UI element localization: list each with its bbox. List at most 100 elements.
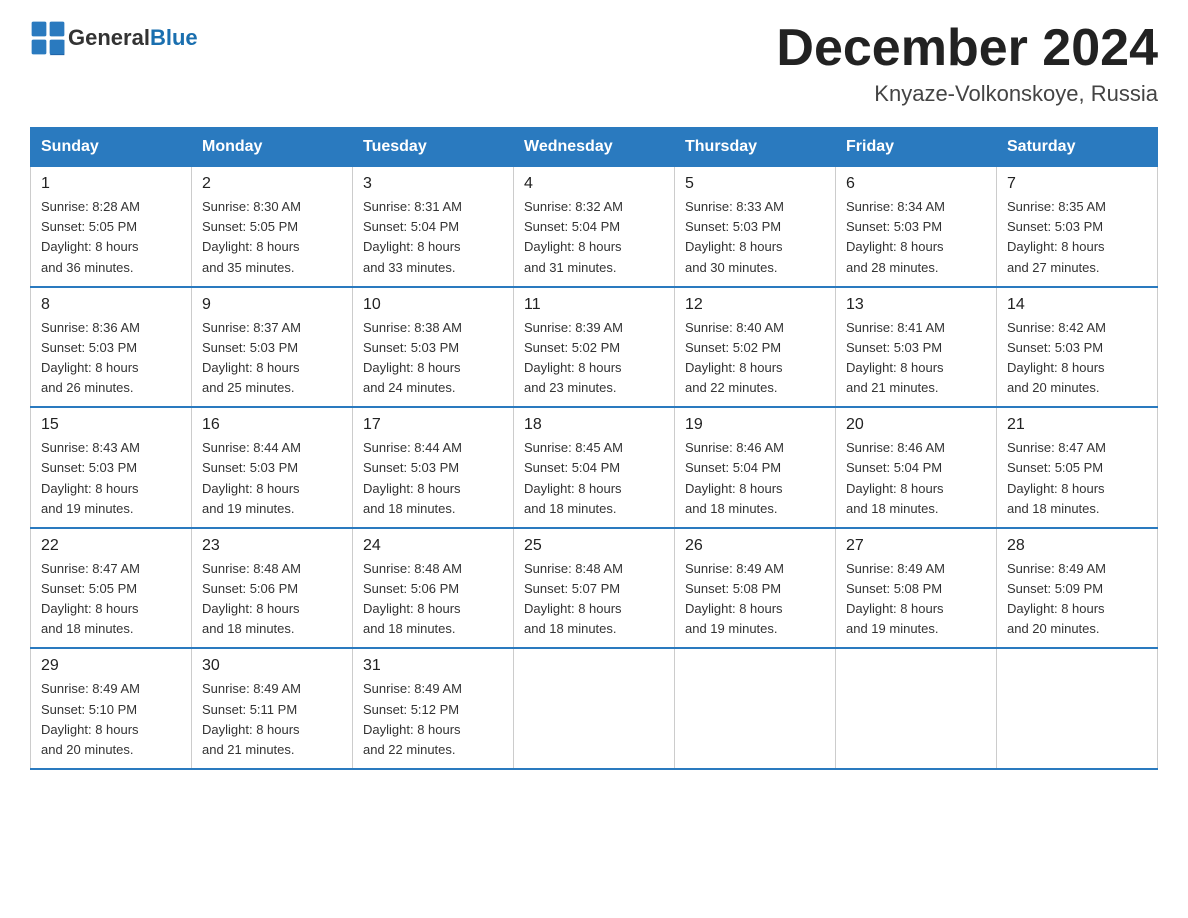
day-number: 1 — [41, 175, 181, 193]
calendar-cell — [675, 648, 836, 769]
calendar-cell: 19 Sunrise: 8:46 AMSunset: 5:04 PMDaylig… — [675, 407, 836, 528]
calendar-cell: 27 Sunrise: 8:49 AMSunset: 5:08 PMDaylig… — [836, 528, 997, 649]
day-number: 29 — [41, 657, 181, 675]
month-title: December 2024 — [776, 20, 1158, 77]
week-row-2: 8 Sunrise: 8:36 AMSunset: 5:03 PMDayligh… — [31, 287, 1158, 408]
day-info: Sunrise: 8:42 AMSunset: 5:03 PMDaylight:… — [1007, 318, 1147, 399]
logo-blue-text: Blue — [150, 25, 198, 50]
calendar-cell: 13 Sunrise: 8:41 AMSunset: 5:03 PMDaylig… — [836, 287, 997, 408]
day-number: 14 — [1007, 296, 1147, 314]
day-number: 19 — [685, 416, 825, 434]
day-info: Sunrise: 8:34 AMSunset: 5:03 PMDaylight:… — [846, 197, 986, 278]
day-info: Sunrise: 8:44 AMSunset: 5:03 PMDaylight:… — [202, 438, 342, 519]
day-number: 20 — [846, 416, 986, 434]
day-number: 15 — [41, 416, 181, 434]
day-info: Sunrise: 8:47 AMSunset: 5:05 PMDaylight:… — [41, 559, 181, 640]
logo: GeneralBlue — [30, 20, 198, 56]
calendar-cell: 9 Sunrise: 8:37 AMSunset: 5:03 PMDayligh… — [192, 287, 353, 408]
calendar-body: 1 Sunrise: 8:28 AMSunset: 5:05 PMDayligh… — [31, 167, 1158, 769]
day-number: 2 — [202, 175, 342, 193]
header-saturday: Saturday — [997, 128, 1158, 167]
calendar-cell: 12 Sunrise: 8:40 AMSunset: 5:02 PMDaylig… — [675, 287, 836, 408]
calendar-cell: 18 Sunrise: 8:45 AMSunset: 5:04 PMDaylig… — [514, 407, 675, 528]
day-info: Sunrise: 8:48 AMSunset: 5:06 PMDaylight:… — [363, 559, 503, 640]
week-row-4: 22 Sunrise: 8:47 AMSunset: 5:05 PMDaylig… — [31, 528, 1158, 649]
day-number: 7 — [1007, 175, 1147, 193]
calendar-cell: 29 Sunrise: 8:49 AMSunset: 5:10 PMDaylig… — [31, 648, 192, 769]
header-row: Sunday Monday Tuesday Wednesday Thursday… — [31, 128, 1158, 167]
calendar-cell: 20 Sunrise: 8:46 AMSunset: 5:04 PMDaylig… — [836, 407, 997, 528]
day-number: 3 — [363, 175, 503, 193]
day-info: Sunrise: 8:36 AMSunset: 5:03 PMDaylight:… — [41, 318, 181, 399]
day-number: 6 — [846, 175, 986, 193]
calendar-cell: 24 Sunrise: 8:48 AMSunset: 5:06 PMDaylig… — [353, 528, 514, 649]
day-number: 24 — [363, 537, 503, 555]
calendar-header: Sunday Monday Tuesday Wednesday Thursday… — [31, 128, 1158, 167]
day-info: Sunrise: 8:49 AMSunset: 5:08 PMDaylight:… — [685, 559, 825, 640]
day-info: Sunrise: 8:45 AMSunset: 5:04 PMDaylight:… — [524, 438, 664, 519]
calendar-cell: 3 Sunrise: 8:31 AMSunset: 5:04 PMDayligh… — [353, 167, 514, 287]
header-wednesday: Wednesday — [514, 128, 675, 167]
day-info: Sunrise: 8:48 AMSunset: 5:06 PMDaylight:… — [202, 559, 342, 640]
day-number: 17 — [363, 416, 503, 434]
calendar-cell — [514, 648, 675, 769]
day-info: Sunrise: 8:47 AMSunset: 5:05 PMDaylight:… — [1007, 438, 1147, 519]
day-number: 22 — [41, 537, 181, 555]
day-info: Sunrise: 8:43 AMSunset: 5:03 PMDaylight:… — [41, 438, 181, 519]
calendar-cell: 10 Sunrise: 8:38 AMSunset: 5:03 PMDaylig… — [353, 287, 514, 408]
calendar-cell: 17 Sunrise: 8:44 AMSunset: 5:03 PMDaylig… — [353, 407, 514, 528]
calendar-cell: 23 Sunrise: 8:48 AMSunset: 5:06 PMDaylig… — [192, 528, 353, 649]
day-info: Sunrise: 8:46 AMSunset: 5:04 PMDaylight:… — [846, 438, 986, 519]
week-row-1: 1 Sunrise: 8:28 AMSunset: 5:05 PMDayligh… — [31, 167, 1158, 287]
calendar-cell: 15 Sunrise: 8:43 AMSunset: 5:03 PMDaylig… — [31, 407, 192, 528]
calendar-cell: 2 Sunrise: 8:30 AMSunset: 5:05 PMDayligh… — [192, 167, 353, 287]
logo-icon — [30, 20, 66, 56]
header-monday: Monday — [192, 128, 353, 167]
day-number: 10 — [363, 296, 503, 314]
day-info: Sunrise: 8:48 AMSunset: 5:07 PMDaylight:… — [524, 559, 664, 640]
calendar-cell: 8 Sunrise: 8:36 AMSunset: 5:03 PMDayligh… — [31, 287, 192, 408]
location: Knyaze-Volkonskoye, Russia — [776, 81, 1158, 107]
day-number: 9 — [202, 296, 342, 314]
day-number: 4 — [524, 175, 664, 193]
calendar-cell: 28 Sunrise: 8:49 AMSunset: 5:09 PMDaylig… — [997, 528, 1158, 649]
day-info: Sunrise: 8:38 AMSunset: 5:03 PMDaylight:… — [363, 318, 503, 399]
calendar-cell: 6 Sunrise: 8:34 AMSunset: 5:03 PMDayligh… — [836, 167, 997, 287]
calendar-cell: 30 Sunrise: 8:49 AMSunset: 5:11 PMDaylig… — [192, 648, 353, 769]
day-info: Sunrise: 8:49 AMSunset: 5:08 PMDaylight:… — [846, 559, 986, 640]
day-info: Sunrise: 8:31 AMSunset: 5:04 PMDaylight:… — [363, 197, 503, 278]
calendar-cell: 21 Sunrise: 8:47 AMSunset: 5:05 PMDaylig… — [997, 407, 1158, 528]
day-number: 27 — [846, 537, 986, 555]
day-number: 13 — [846, 296, 986, 314]
day-info: Sunrise: 8:41 AMSunset: 5:03 PMDaylight:… — [846, 318, 986, 399]
page-header: GeneralBlue December 2024 Knyaze-Volkons… — [30, 20, 1158, 107]
calendar-cell: 14 Sunrise: 8:42 AMSunset: 5:03 PMDaylig… — [997, 287, 1158, 408]
logo-general-text: General — [68, 25, 150, 50]
day-info: Sunrise: 8:44 AMSunset: 5:03 PMDaylight:… — [363, 438, 503, 519]
day-info: Sunrise: 8:28 AMSunset: 5:05 PMDaylight:… — [41, 197, 181, 278]
calendar-cell: 11 Sunrise: 8:39 AMSunset: 5:02 PMDaylig… — [514, 287, 675, 408]
day-info: Sunrise: 8:32 AMSunset: 5:04 PMDaylight:… — [524, 197, 664, 278]
calendar-table: Sunday Monday Tuesday Wednesday Thursday… — [30, 127, 1158, 770]
header-tuesday: Tuesday — [353, 128, 514, 167]
day-info: Sunrise: 8:35 AMSunset: 5:03 PMDaylight:… — [1007, 197, 1147, 278]
day-number: 31 — [363, 657, 503, 675]
title-block: December 2024 Knyaze-Volkonskoye, Russia — [776, 20, 1158, 107]
day-number: 21 — [1007, 416, 1147, 434]
calendar-cell: 1 Sunrise: 8:28 AMSunset: 5:05 PMDayligh… — [31, 167, 192, 287]
calendar-cell: 22 Sunrise: 8:47 AMSunset: 5:05 PMDaylig… — [31, 528, 192, 649]
calendar-cell: 16 Sunrise: 8:44 AMSunset: 5:03 PMDaylig… — [192, 407, 353, 528]
day-info: Sunrise: 8:49 AMSunset: 5:12 PMDaylight:… — [363, 679, 503, 760]
day-info: Sunrise: 8:46 AMSunset: 5:04 PMDaylight:… — [685, 438, 825, 519]
week-row-3: 15 Sunrise: 8:43 AMSunset: 5:03 PMDaylig… — [31, 407, 1158, 528]
header-friday: Friday — [836, 128, 997, 167]
day-number: 28 — [1007, 537, 1147, 555]
calendar-cell: 25 Sunrise: 8:48 AMSunset: 5:07 PMDaylig… — [514, 528, 675, 649]
day-number: 16 — [202, 416, 342, 434]
week-row-5: 29 Sunrise: 8:49 AMSunset: 5:10 PMDaylig… — [31, 648, 1158, 769]
day-number: 30 — [202, 657, 342, 675]
calendar-cell — [997, 648, 1158, 769]
header-thursday: Thursday — [675, 128, 836, 167]
day-number: 5 — [685, 175, 825, 193]
day-number: 18 — [524, 416, 664, 434]
